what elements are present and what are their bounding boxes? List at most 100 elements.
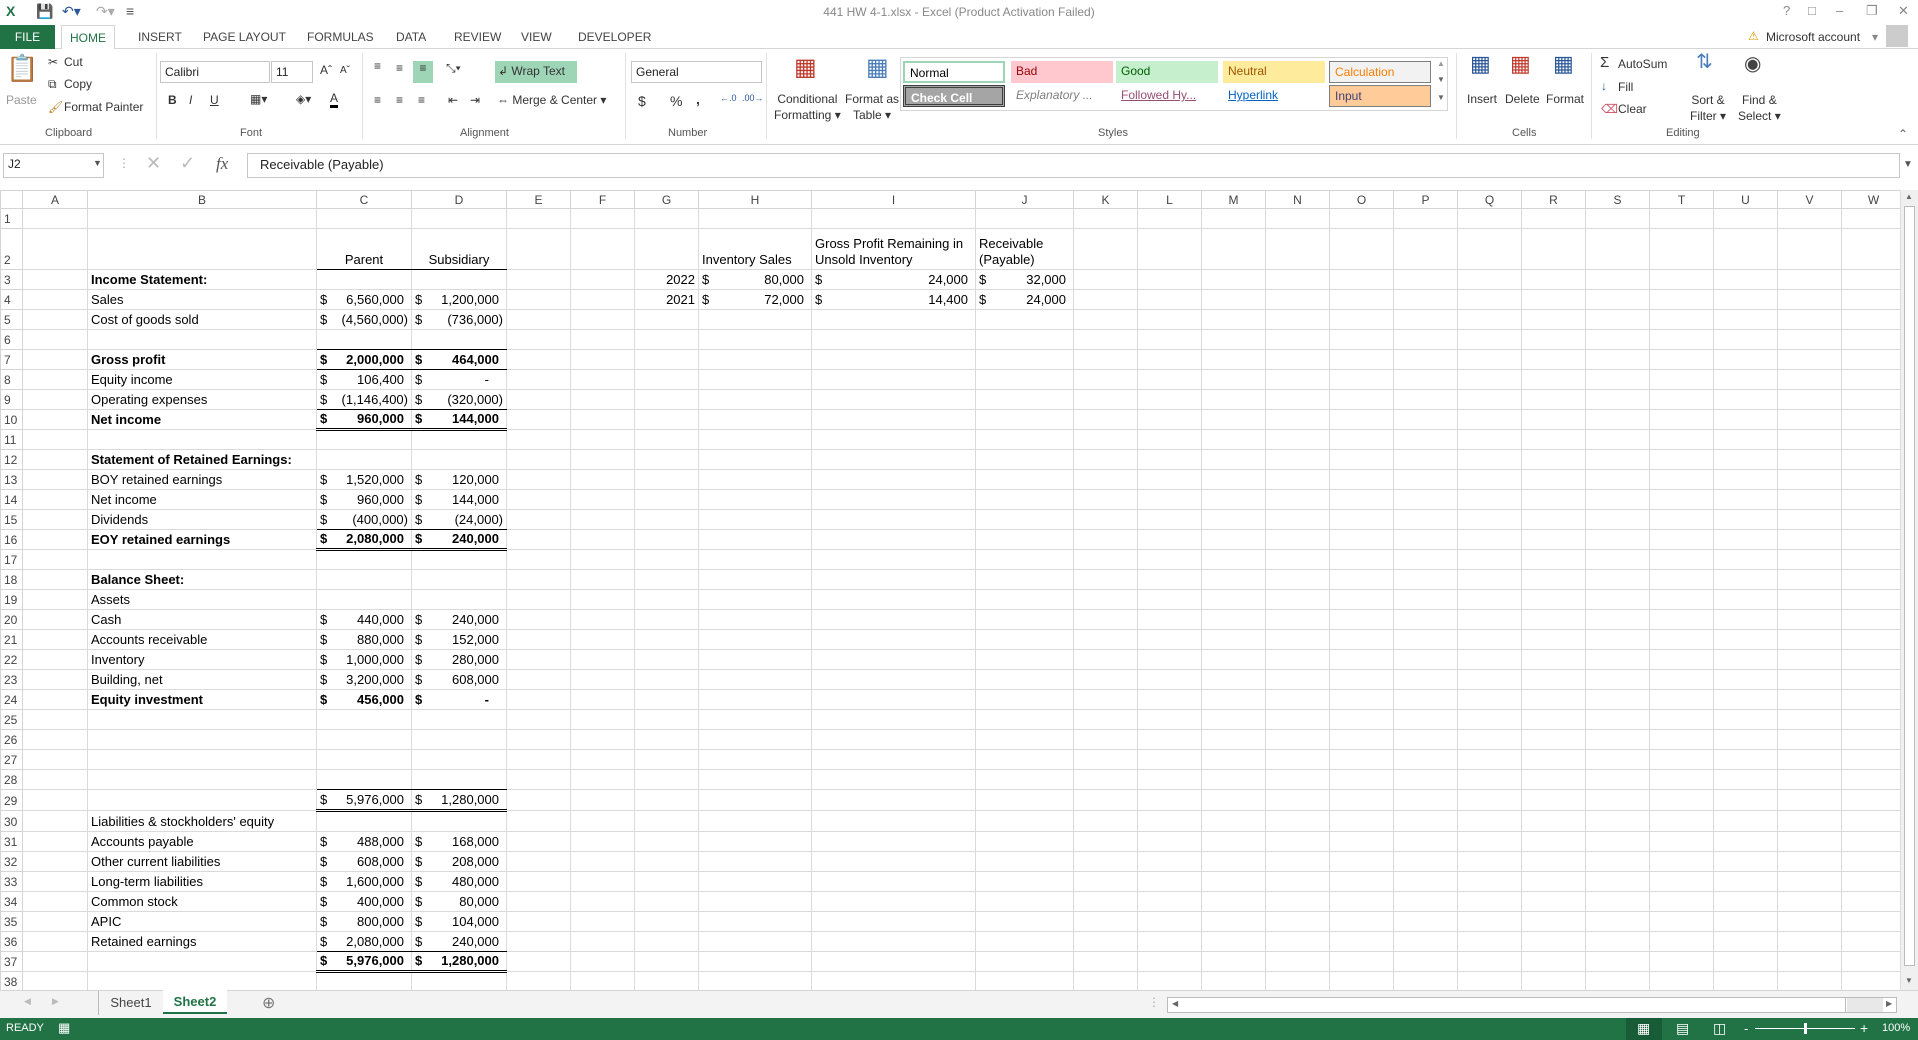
cell-Q4[interactable] (1457, 289, 1522, 310)
cell-T12[interactable] (1649, 449, 1714, 470)
cell-L19[interactable] (1137, 589, 1202, 610)
cell-E23[interactable] (506, 669, 571, 690)
cell-R4[interactable] (1521, 289, 1586, 310)
cell-A17[interactable] (22, 549, 88, 570)
cell-A4[interactable] (22, 289, 88, 310)
cell-B18[interactable]: Balance Sheet: (87, 569, 317, 590)
cell-C28[interactable] (316, 769, 412, 790)
cell-V4[interactable] (1777, 289, 1842, 310)
cell-F25[interactable] (570, 709, 635, 730)
cell-D1[interactable] (411, 208, 507, 229)
cell-Q9[interactable] (1457, 389, 1522, 410)
cell-P25[interactable] (1393, 709, 1458, 730)
cell-E34[interactable] (506, 891, 571, 912)
cell-F13[interactable] (570, 469, 635, 490)
cell-K26[interactable] (1073, 729, 1138, 750)
cell-Q35[interactable] (1457, 911, 1522, 932)
cell-J28[interactable] (975, 769, 1074, 790)
cell-P26[interactable] (1393, 729, 1458, 750)
column-header-V[interactable]: V (1777, 190, 1842, 209)
insert-button[interactable]: Insert (1467, 92, 1497, 106)
cell-I20[interactable] (811, 609, 976, 630)
cell-E21[interactable] (506, 629, 571, 650)
cell-M31[interactable] (1201, 831, 1266, 852)
cell-B26[interactable] (87, 729, 317, 750)
row-header[interactable]: 6 (0, 329, 23, 350)
cell-V22[interactable] (1777, 649, 1842, 670)
cell-I21[interactable] (811, 629, 976, 650)
cell-B25[interactable] (87, 709, 317, 730)
cell-V35[interactable] (1777, 911, 1842, 932)
cell-M28[interactable] (1201, 769, 1266, 790)
cell-M35[interactable] (1201, 911, 1266, 932)
column-header-F[interactable]: F (570, 190, 635, 209)
cell-I35[interactable] (811, 911, 976, 932)
cell-F26[interactable] (570, 729, 635, 750)
find-binoculars-icon[interactable]: ◉ (1744, 51, 1761, 76)
cell-A6[interactable] (22, 329, 88, 350)
cut-button[interactable]: Cut (64, 55, 83, 69)
zoom-level[interactable]: 100% (1882, 1022, 1910, 1034)
cell-D13[interactable]: $120,000 (411, 469, 507, 490)
cell-F27[interactable] (570, 749, 635, 770)
cell-P1[interactable] (1393, 208, 1458, 229)
cell-B15[interactable]: Dividends (87, 509, 317, 530)
cell-K35[interactable] (1073, 911, 1138, 932)
cell-W18[interactable] (1841, 569, 1900, 590)
cell-M34[interactable] (1201, 891, 1266, 912)
cell-R17[interactable] (1521, 549, 1586, 570)
cell-T2[interactable] (1649, 228, 1714, 270)
cell-L31[interactable] (1137, 831, 1202, 852)
cell-M33[interactable] (1201, 871, 1266, 892)
cell-A26[interactable] (22, 729, 88, 750)
cell-T16[interactable] (1649, 529, 1714, 550)
cell-V17[interactable] (1777, 549, 1842, 570)
cell-U34[interactable] (1713, 891, 1778, 912)
cell-U31[interactable] (1713, 831, 1778, 852)
cell-M7[interactable] (1201, 349, 1266, 370)
cell-R31[interactable] (1521, 831, 1586, 852)
cell-Q5[interactable] (1457, 309, 1522, 330)
cell-R38[interactable] (1521, 971, 1586, 990)
increase-decimal-icon[interactable]: ←.0 (720, 93, 737, 103)
cell-K7[interactable] (1073, 349, 1138, 370)
increase-indent-icon[interactable]: ⇥ (470, 93, 480, 107)
ribbon-display-options-icon[interactable]: □ (1808, 3, 1816, 18)
sort-filter-button[interactable]: Sort & Filter ▾ (1690, 92, 1726, 124)
cell-K5[interactable] (1073, 309, 1138, 330)
row-header[interactable]: 14 (0, 489, 23, 510)
cell-E24[interactable] (506, 689, 571, 710)
cell-A30[interactable] (22, 810, 88, 832)
cell-R15[interactable] (1521, 509, 1586, 530)
cell-J13[interactable] (975, 469, 1074, 490)
cell-G5[interactable] (634, 309, 699, 330)
cell-O4[interactable] (1329, 289, 1394, 310)
row-header[interactable]: 7 (0, 349, 23, 370)
cell-I38[interactable] (811, 971, 976, 990)
fill-button[interactable]: Fill (1618, 80, 1633, 94)
cell-J3[interactable]: $32,000 (975, 269, 1074, 290)
cell-H17[interactable] (698, 549, 812, 570)
cell-C8[interactable]: $106,400 (316, 369, 412, 390)
cell-W27[interactable] (1841, 749, 1900, 770)
cell-Q28[interactable] (1457, 769, 1522, 790)
cell-B21[interactable]: Accounts receivable (87, 629, 317, 650)
cell-Q33[interactable] (1457, 871, 1522, 892)
cell-B38[interactable] (87, 971, 317, 990)
comma-style-button[interactable]: , (696, 91, 700, 107)
cell-V34[interactable] (1777, 891, 1842, 912)
decrease-indent-icon[interactable]: ⇤ (448, 93, 458, 107)
cell-K2[interactable] (1073, 228, 1138, 270)
cell-K37[interactable] (1073, 951, 1138, 972)
cell-D36[interactable]: $240,000 (411, 931, 507, 952)
cell-A27[interactable] (22, 749, 88, 770)
cell-M12[interactable] (1201, 449, 1266, 470)
cell-I34[interactable] (811, 891, 976, 912)
cell-W38[interactable] (1841, 971, 1900, 990)
cell-H29[interactable] (698, 789, 812, 811)
cell-Q31[interactable] (1457, 831, 1522, 852)
cell-F29[interactable] (570, 789, 635, 811)
cell-L12[interactable] (1137, 449, 1202, 470)
cell-Q7[interactable] (1457, 349, 1522, 370)
cell-W28[interactable] (1841, 769, 1900, 790)
